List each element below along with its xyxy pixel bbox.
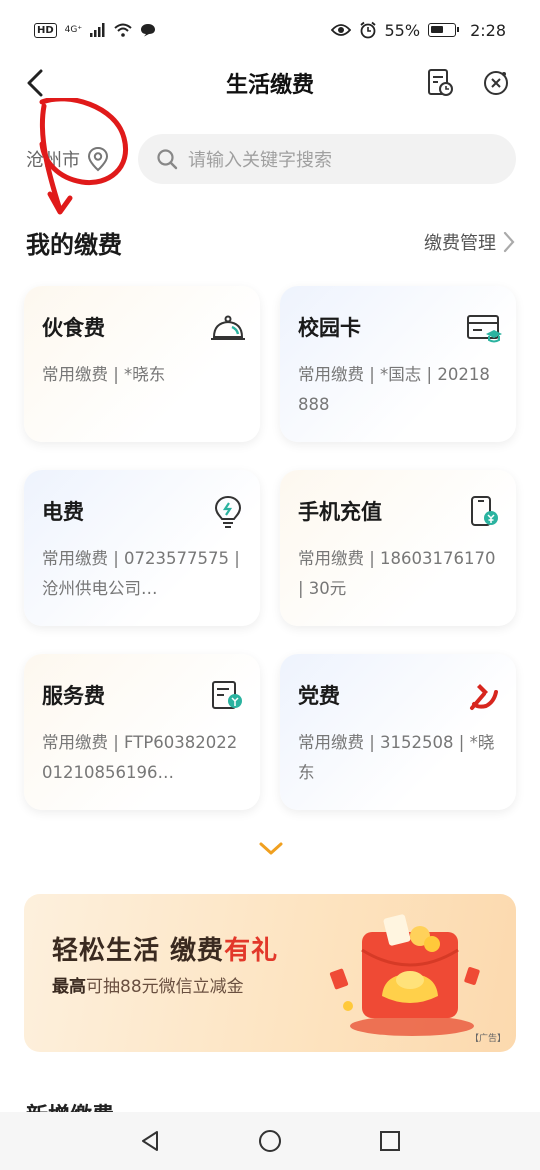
nav-recents-icon: [380, 1131, 400, 1151]
nav-home-icon: [259, 1130, 281, 1152]
city-label: 沧州市: [26, 150, 80, 171]
payment-card-electricity[interactable]: 电费 常用缴费 | 0723577575 | 沧州供电公司…: [24, 470, 260, 626]
banner-subtitle-rest: 可抽88元微信立减金: [86, 977, 244, 997]
banner-title: 轻松生活 缴费有礼: [52, 930, 278, 967]
nav-home-button[interactable]: [255, 1126, 285, 1156]
payment-card-mobile-topup[interactable]: 手机充值 常用缴费 | 18603176170 | 30元: [280, 470, 516, 626]
search-input[interactable]: 请输入关键字搜索: [138, 134, 516, 184]
system-nav-bar: [0, 1112, 540, 1170]
manage-payments-link[interactable]: 缴费管理: [424, 229, 516, 255]
card-subtitle: 常用缴费 | *国志 | 20218888: [298, 365, 490, 414]
card-subtitle: 常用缴费 | *晓东: [42, 365, 166, 384]
my-payments-header: 我的缴费 缴费管理: [26, 222, 516, 262]
phone-topup-icon: [466, 494, 502, 530]
city-selector[interactable]: 沧州市: [26, 146, 110, 172]
battery-icon: [428, 23, 460, 37]
chat-bubble-icon: [141, 24, 156, 37]
payment-card-meal[interactable]: 伙食费 常用缴费 | *晓东: [24, 286, 260, 442]
bill-history-button[interactable]: [424, 67, 456, 99]
clock-time: 2:28: [470, 20, 506, 40]
manage-label: 缴费管理: [424, 233, 496, 254]
card-subtitle: 常用缴费 | 0723577575 | 沧州供电公司…: [42, 549, 240, 598]
signal-icon: [90, 23, 105, 37]
meal-cloche-icon: [210, 310, 246, 346]
status-bar: HD 4G⁺ 55% 2:28: [0, 0, 540, 60]
banner-title-highlight: 有礼: [224, 936, 279, 966]
payment-card-campus[interactable]: 校园卡 常用缴费 | *国志 | 20218888: [280, 286, 516, 442]
nav-recents-button[interactable]: [375, 1126, 405, 1156]
card-subtitle: 常用缴费 | FTP6038202201210856196…: [42, 733, 238, 782]
status-left: HD 4G⁺: [34, 22, 156, 38]
page-title: 生活缴费: [225, 73, 314, 98]
eye-icon: [330, 24, 351, 36]
service-bill-icon: [210, 678, 246, 714]
location-search-row: 沧州市 请输入关键字搜索: [0, 134, 540, 186]
back-arrow-icon: [27, 69, 43, 97]
close-button[interactable]: [480, 67, 512, 99]
alarm-icon: [359, 21, 376, 39]
search-icon: [157, 149, 178, 170]
payment-card-service[interactable]: 服务费 常用缴费 | FTP6038202201210856196…: [24, 654, 260, 810]
back-button[interactable]: [18, 66, 52, 100]
card-subtitle: 常用缴费 | 3152508 | *晓东: [298, 733, 495, 782]
section-title: 我的缴费: [26, 230, 122, 259]
network-label: 4G⁺: [64, 24, 83, 35]
search-placeholder: 请输入关键字搜索: [188, 150, 332, 171]
expand-more-button[interactable]: [256, 838, 286, 860]
nav-back-button[interactable]: [135, 1126, 165, 1156]
lightbulb-icon: [210, 494, 246, 530]
card-subtitle: 常用缴费 | 18603176170 | 30元: [298, 549, 496, 598]
banner-subtitle-bold: 最高: [52, 977, 86, 997]
campus-card-icon: [466, 310, 502, 346]
banner-title-main: 轻松生活 缴费: [52, 936, 225, 966]
ad-tag: 【广告】: [469, 1034, 506, 1044]
red-envelope-gold-ingot-illustration: [329, 914, 480, 1036]
bill-history-icon: [428, 69, 453, 96]
status-right: 55% 2:28: [330, 20, 506, 40]
nav-back-icon: [142, 1131, 158, 1151]
party-emblem-icon: [466, 678, 502, 714]
promo-banner[interactable]: 轻松生活 缴费有礼 最高可抽88元微信立减金 【广告】: [24, 894, 516, 1052]
location-pin-icon: [87, 146, 109, 172]
chevron-down-icon: [259, 842, 283, 855]
close-circle-icon: [484, 71, 508, 95]
wifi-icon: [114, 23, 132, 37]
chevron-right-icon: [503, 231, 515, 253]
battery-percent: 55%: [384, 20, 421, 40]
page-header: 生活缴费: [0, 58, 540, 108]
hd-icon: HD: [34, 22, 57, 38]
banner-subtitle: 最高可抽88元微信立减金: [52, 972, 244, 997]
payment-card-party-dues[interactable]: 党费 常用缴费 | 3152508 | *晓东: [280, 654, 516, 810]
